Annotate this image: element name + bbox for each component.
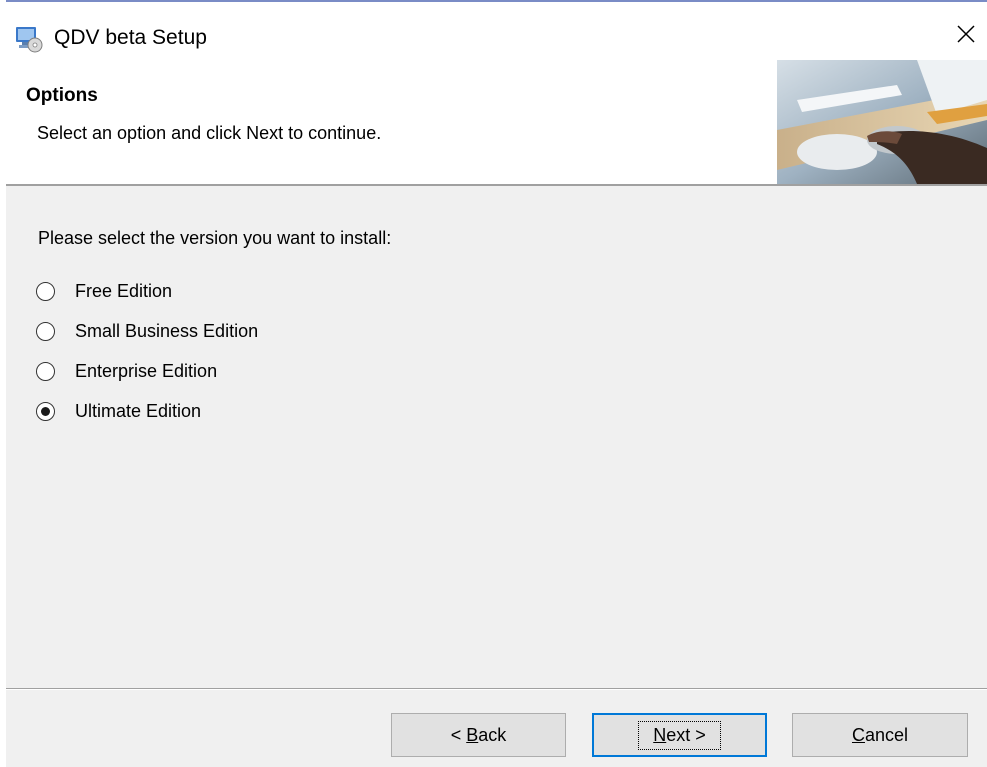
edition-prompt: Please select the version you want to in… [38, 228, 392, 248]
radio-enterprise-edition[interactable]: Enterprise Edition [36, 357, 217, 385]
radio-label[interactable]: Free Edition [75, 281, 172, 302]
cancel-button-label: Cancel [851, 724, 909, 745]
radio-selected-dot [41, 406, 50, 416]
wizard-header: Options Select an option and click Next … [6, 60, 987, 184]
back-button-label: < Back [450, 724, 507, 745]
radio-circle[interactable] [36, 321, 55, 341]
close-icon [956, 24, 976, 49]
radio-circle[interactable] [36, 281, 55, 301]
page-description: Select an option and click Next to conti… [37, 123, 382, 143]
radio-label[interactable]: Enterprise Edition [75, 361, 217, 382]
wizard-body: Please select the version you want to in… [6, 186, 987, 767]
radio-free-edition[interactable]: Free Edition [36, 277, 172, 305]
next-button-label: Next > [638, 720, 721, 750]
title-bar: QDV beta Setup [0, 2, 987, 60]
back-button[interactable]: < Back [391, 713, 566, 757]
header-image [777, 60, 987, 184]
cancel-button[interactable]: Cancel [792, 713, 968, 757]
page-title: Options [26, 85, 98, 106]
radio-circle-selected[interactable] [36, 401, 55, 421]
close-button[interactable] [946, 16, 986, 56]
radio-label[interactable]: Small Business Edition [75, 321, 258, 342]
radio-small-business-edition[interactable]: Small Business Edition [36, 317, 258, 345]
footer-separator-highlight [6, 689, 987, 690]
next-button[interactable]: Next > [592, 713, 767, 757]
radio-circle[interactable] [36, 361, 55, 381]
installer-icon [14, 24, 44, 54]
radio-label[interactable]: Ultimate Edition [75, 401, 201, 422]
window-title: QDV beta Setup [54, 26, 207, 49]
setup-window: QDV beta Setup Options Select an option … [0, 0, 987, 767]
radio-ultimate-edition[interactable]: Ultimate Edition [36, 397, 201, 425]
